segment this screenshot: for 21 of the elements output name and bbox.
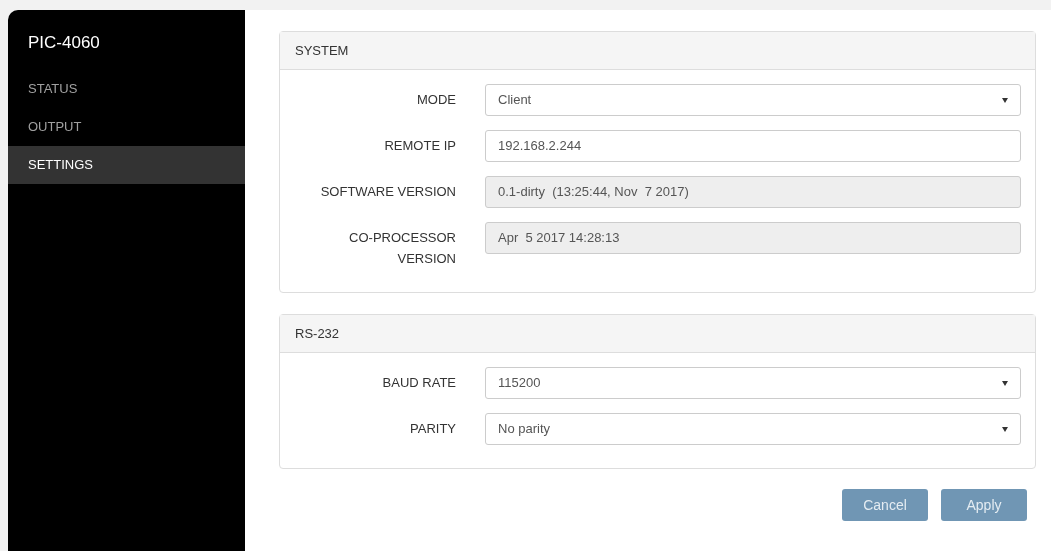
caret-icon [1002, 97, 1008, 103]
app-title: PIC-4060 [27, 32, 101, 54]
field-label: BAUD RATE [381, 374, 456, 392]
caret-icon [1002, 426, 1008, 432]
select-field[interactable]: Client [485, 84, 1021, 116]
field-label: SOFTWARE VERSION [319, 183, 456, 201]
field-label: PARITY [409, 420, 456, 438]
select-field[interactable]: No parity [485, 413, 1021, 445]
readonly-field: 0.1-dirty (13:25:44, Nov 7 2017) [485, 176, 1021, 208]
nav-item[interactable]: SETTINGS [8, 145, 245, 184]
panel-header: SYSTEM [280, 32, 1035, 70]
panel-header: RS-232 [280, 315, 1035, 353]
readonly-field: Apr 5 2017 14:28:13 [485, 222, 1021, 254]
caret-icon [1002, 380, 1008, 386]
field-label: REMOTE IP [383, 137, 456, 155]
input-field[interactable]: 192.168.2.244 [485, 130, 1021, 162]
nav-item[interactable]: OUTPUT [8, 107, 245, 146]
nav-item[interactable]: STATUS [8, 69, 245, 108]
field-label: CO-PROCESSOR VERSION [348, 229, 456, 268]
select-field[interactable]: 115200 [485, 367, 1021, 399]
field-label: MODE [416, 91, 456, 109]
